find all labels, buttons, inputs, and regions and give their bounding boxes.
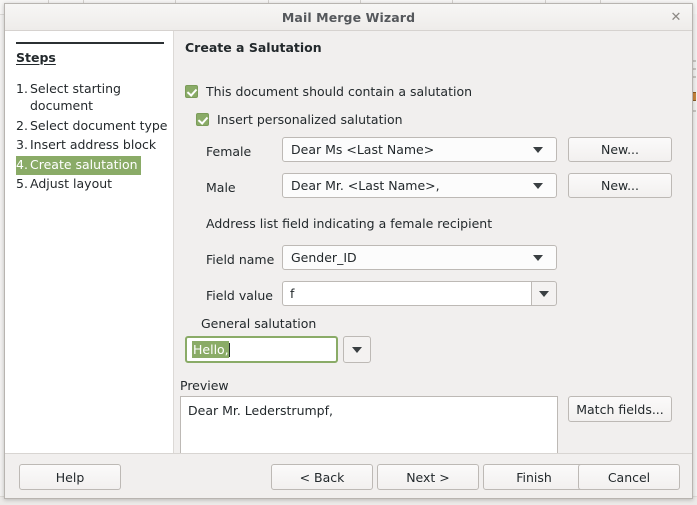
step-label-4: Create salutation	[30, 157, 138, 172]
step-label-3: Insert address block	[30, 136, 157, 152]
sidebar-item-insert-address-block[interactable]: 3. Insert address block	[5, 136, 173, 155]
dialog-body: Steps 1. Select starting document 2. Sel…	[5, 31, 692, 453]
general-salutation-dropdown-button[interactable]	[343, 336, 371, 363]
text-caret	[228, 342, 230, 357]
male-salutation-combobox[interactable]: Dear Mr. <Last Name>,	[282, 173, 557, 198]
step-number-5: 5.	[16, 175, 28, 191]
finish-button[interactable]: Finish	[483, 464, 585, 490]
step-label-5: Adjust layout	[30, 175, 113, 191]
step-number-4: 4.	[16, 157, 28, 172]
chevron-down-icon	[533, 182, 543, 189]
mail-merge-wizard-dialog: Mail Merge Wizard ✕ Steps 1. Select star…	[4, 3, 693, 499]
male-label: Male	[206, 180, 236, 195]
field-value-combobox[interactable]: f	[282, 281, 557, 306]
field-name-value: Gender_ID	[291, 250, 357, 265]
chevron-down-icon	[539, 290, 549, 297]
steps-heading: Steps	[16, 50, 56, 65]
checkbox-row-personalized-salutation[interactable]: Insert personalized salutation	[196, 112, 403, 127]
general-salutation-label: General salutation	[201, 316, 317, 331]
steps-list: 1. Select starting document 2. Select do…	[5, 80, 173, 193]
dialog-titlebar: Mail Merge Wizard ✕	[5, 4, 692, 31]
chevron-down-icon	[533, 146, 543, 153]
step-number-2: 2.	[16, 118, 28, 133]
dialog-title: Mail Merge Wizard	[281, 9, 416, 25]
help-button[interactable]: Help	[19, 464, 121, 490]
steps-divider	[16, 42, 164, 44]
male-salutation-value: Dear Mr. <Last Name>,	[291, 178, 440, 193]
general-salutation-combobox[interactable]: Hello,	[185, 336, 371, 363]
sidebar-item-adjust-layout[interactable]: 5. Adjust layout	[5, 175, 173, 194]
checkbox-contain-salutation[interactable]	[185, 85, 198, 98]
preview-label: Preview	[180, 378, 229, 393]
preview-textbox[interactable]: Dear Mr. Lederstrumpf,	[180, 396, 558, 453]
field-value-dropdown-button[interactable]	[531, 281, 557, 306]
salutation-panel: Create a Salutation This document should…	[174, 31, 692, 453]
cancel-button[interactable]: Cancel	[578, 464, 680, 490]
page-title: Create a Salutation	[185, 40, 322, 55]
field-value-input[interactable]: f	[282, 281, 531, 306]
sidebar-item-create-salutation[interactable]: 4. Create salutation	[16, 156, 141, 175]
preview-text: Dear Mr. Lederstrumpf,	[188, 403, 333, 418]
back-button[interactable]: < Back	[271, 464, 373, 490]
female-salutation-combobox[interactable]: Dear Ms <Last Name>	[282, 137, 557, 162]
match-fields-button[interactable]: Match fields...	[568, 396, 672, 422]
dialog-footer: Help < Back Next > Finish Cancel	[5, 453, 692, 498]
checkbox-row-contain-salutation[interactable]: This document should contain a salutatio…	[185, 84, 472, 99]
checkbox-personalized-salutation[interactable]	[196, 113, 209, 126]
female-salutation-value: Dear Ms <Last Name>	[291, 142, 435, 157]
address-field-note: Address list field indicating a female r…	[206, 216, 493, 231]
field-name-label: Field name	[206, 252, 275, 267]
general-salutation-selected-text: Hello,	[192, 341, 229, 358]
field-value-label: Field value	[206, 288, 273, 303]
next-button[interactable]: Next >	[377, 464, 479, 490]
checkbox-contain-salutation-label: This document should contain a salutatio…	[206, 84, 473, 99]
step-label-1: Select starting document	[30, 81, 121, 113]
male-new-button[interactable]: New...	[568, 173, 672, 198]
step-number-3: 3.	[16, 136, 28, 152]
sidebar-item-select-starting-document[interactable]: 1. Select starting document	[5, 80, 173, 115]
step-number-1: 1.	[16, 81, 28, 96]
step-label-2: Select document type	[30, 118, 168, 133]
general-salutation-input[interactable]: Hello,	[185, 336, 338, 363]
chevron-down-icon	[533, 254, 543, 261]
checkbox-personalized-salutation-label: Insert personalized salutation	[217, 112, 403, 127]
close-icon[interactable]: ✕	[668, 9, 684, 25]
steps-sidebar: Steps 1. Select starting document 2. Sel…	[5, 31, 174, 453]
field-name-combobox[interactable]: Gender_ID	[282, 245, 557, 270]
female-label: Female	[206, 144, 252, 159]
female-new-button[interactable]: New...	[568, 137, 672, 162]
sidebar-item-select-document-type[interactable]: 2. Select document type	[5, 117, 173, 136]
chevron-down-icon	[352, 346, 362, 353]
